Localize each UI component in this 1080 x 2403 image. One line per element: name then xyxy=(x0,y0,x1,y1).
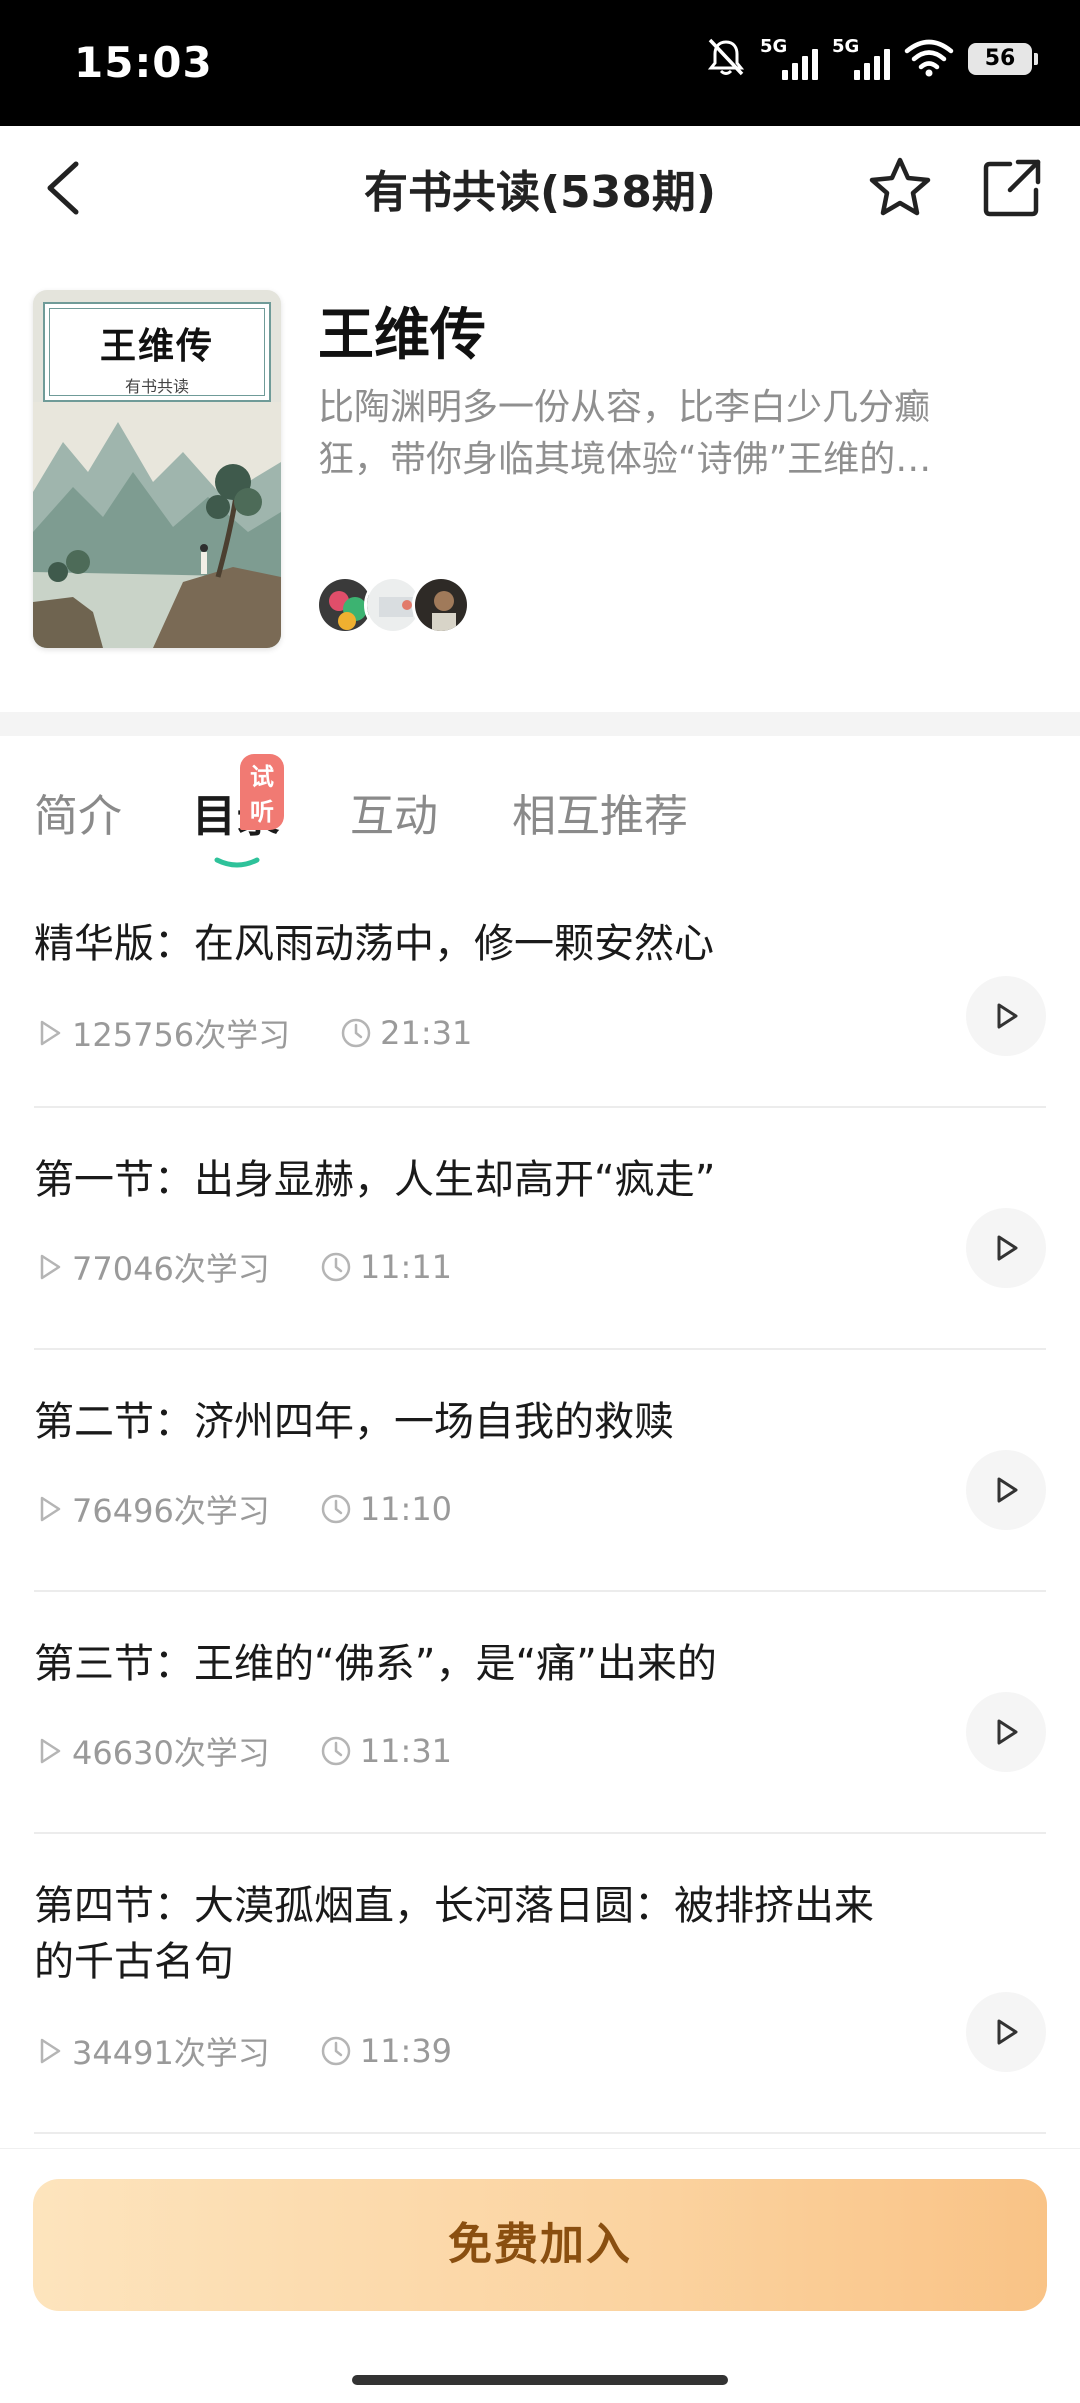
cover-label: 王维传 有书共读 xyxy=(43,302,271,402)
section-divider xyxy=(0,712,1080,736)
play-count-text: 125756次学习 xyxy=(72,1016,291,1054)
chapter-meta: 125756次学习 21:31 xyxy=(34,1010,472,1056)
book-header: 王维传 有书共读 王维传 比陶渊明多一份从容，比李白少几分癫 狂，带你身临其境体… xyxy=(0,290,1080,670)
chapter-meta: 77046次学习 11:11 xyxy=(34,1244,452,1290)
play-count-text: 34491次学习 xyxy=(72,2034,270,2072)
avatar xyxy=(412,576,470,634)
play-count: 46630次学习 xyxy=(34,1728,270,1774)
play-button[interactable] xyxy=(966,1208,1046,1288)
play-icon xyxy=(997,2019,1018,2045)
duration: 11:39 xyxy=(320,2032,452,2070)
reader-avatars[interactable] xyxy=(316,576,470,634)
clock-icon xyxy=(321,1494,351,1524)
book-description[interactable]: 比陶渊明多一份从容，比李白少几分癫 狂，带你身临其境体验“诗佛”王维的… xyxy=(318,382,1038,486)
cover-title: 王维传 xyxy=(99,325,214,367)
play-outline-icon xyxy=(40,1496,61,1522)
share-icon xyxy=(983,159,1041,217)
favorite-button[interactable] xyxy=(866,154,934,222)
chapter-meta: 34491次学习 11:39 xyxy=(34,2028,452,2074)
home-indicator[interactable] xyxy=(352,2375,728,2385)
play-count-text: 76496次学习 xyxy=(72,1492,270,1530)
play-icon xyxy=(997,1235,1018,1261)
play-outline-icon xyxy=(40,1020,61,1046)
list-item[interactable]: 第一节：出身显赫，人生却高开“疯走” 77046次学习 11:11 xyxy=(0,1108,1080,1350)
duration: 11:11 xyxy=(320,1248,452,1286)
battery-icon: 56 xyxy=(968,43,1038,75)
play-button[interactable] xyxy=(966,1692,1046,1772)
list-divider xyxy=(34,2132,1046,2134)
free-join-button[interactable]: 免费加入 xyxy=(33,2179,1047,2311)
play-count: 125756次学习 xyxy=(34,1010,290,1056)
chapter-meta: 76496次学习 11:10 xyxy=(34,1486,452,1532)
play-outline-icon xyxy=(40,2038,61,2064)
nav-bar: 有书共读(538期) xyxy=(0,126,1080,250)
list-item[interactable]: 第四节：大漠孤烟直，长河落日圆：被排挤出来 的千古名句 34491次学习 11:… xyxy=(0,1834,1080,2134)
play-count: 34491次学习 xyxy=(34,2028,270,2074)
duration: 11:31 xyxy=(320,1732,452,1770)
book-cover[interactable]: 王维传 有书共读 xyxy=(33,290,281,648)
status-bar: 15:03 5G 5G 56 xyxy=(0,0,1080,126)
play-icon xyxy=(997,1719,1018,1745)
list-item[interactable]: 第二节：济州四年，一场自我的救赎 76496次学习 11:10 xyxy=(0,1350,1080,1592)
chapter-meta: 46630次学习 11:31 xyxy=(34,1728,452,1774)
chapter-title: 第四节：大漠孤烟直，长河落日圆：被排挤出来 的千古名句 xyxy=(34,1878,994,1990)
clock-icon xyxy=(341,1018,371,1048)
duration-text: 21:31 xyxy=(380,1014,473,1052)
clock-icon xyxy=(321,2036,351,2066)
chapter-title: 精华版：在风雨动荡中，修一颗安然心 xyxy=(34,921,714,967)
play-button[interactable] xyxy=(966,1450,1046,1530)
chapter-title: 第一节：出身显赫，人生却高开“疯走” xyxy=(34,1157,716,1203)
list-item[interactable]: 精华版：在风雨动荡中，修一颗安然心 125756次学习 21:31 xyxy=(0,880,1080,1108)
clock-icon xyxy=(321,1252,351,1282)
tab-interaction[interactable]: 互动 xyxy=(350,780,438,844)
mute-bell-icon xyxy=(706,36,746,82)
landscape-painting-image xyxy=(33,402,281,648)
play-count-text: 46630次学习 xyxy=(72,1734,270,1772)
duration: 21:31 xyxy=(340,1014,472,1052)
chapter-title-line: 第四节：大漠孤烟直，长河落日圆：被排挤出来 xyxy=(34,1883,874,1929)
book-title: 王维传 xyxy=(318,303,486,368)
status-icons: 5G 5G 56 xyxy=(706,36,1038,82)
play-count: 77046次学习 xyxy=(34,1244,270,1290)
share-button[interactable] xyxy=(980,156,1044,220)
tab-bar: 简介 目录 试听 互动 相互推荐 xyxy=(0,754,1080,880)
trial-badge: 试听 xyxy=(240,754,284,830)
play-button[interactable] xyxy=(966,1992,1046,2072)
chapter-title: 第二节：济州四年，一场自我的救赎 xyxy=(34,1399,674,1445)
chapter-title-line: 的千古名句 xyxy=(34,1939,234,1985)
signal-icon: 5G xyxy=(760,36,818,82)
play-icon xyxy=(997,1477,1018,1503)
clock-icon xyxy=(321,1736,351,1766)
tab-intro[interactable]: 简介 xyxy=(34,780,122,844)
chapter-title: 第三节：王维的“佛系”，是“痛”出来的 xyxy=(34,1641,717,1687)
book-description-line: 狂，带你身临其境体验“诗佛”王维的… xyxy=(318,439,932,480)
wifi-icon xyxy=(904,37,954,81)
duration-text: 11:31 xyxy=(359,1732,453,1770)
play-outline-icon xyxy=(40,1254,61,1280)
star-icon xyxy=(869,157,931,216)
duration-text: 11:39 xyxy=(359,2032,453,2070)
status-time: 15:03 xyxy=(74,38,213,87)
duration-text: 11:10 xyxy=(359,1490,453,1528)
play-count-text: 77046次学习 xyxy=(72,1250,270,1288)
active-tab-indicator xyxy=(214,857,260,868)
play-outline-icon xyxy=(40,1738,61,1764)
tab-recommend[interactable]: 相互推荐 xyxy=(512,780,688,844)
list-item[interactable]: 第三节：王维的“佛系”，是“痛”出来的 46630次学习 11:31 xyxy=(0,1592,1080,1834)
play-button[interactable] xyxy=(966,976,1046,1056)
cover-subtitle: 有书共读 xyxy=(124,377,189,396)
play-icon xyxy=(997,1003,1018,1029)
play-count: 76496次学习 xyxy=(34,1486,270,1532)
bottom-action-bar: 免费加入 xyxy=(0,2148,1080,2403)
tab-catalog[interactable]: 目录 试听 xyxy=(192,754,284,844)
signal-icon: 5G xyxy=(832,36,890,82)
duration-text: 11:11 xyxy=(359,1248,453,1286)
book-description-line: 比陶渊明多一份从容，比李白少几分癫 xyxy=(318,387,931,428)
duration: 11:10 xyxy=(320,1490,452,1528)
